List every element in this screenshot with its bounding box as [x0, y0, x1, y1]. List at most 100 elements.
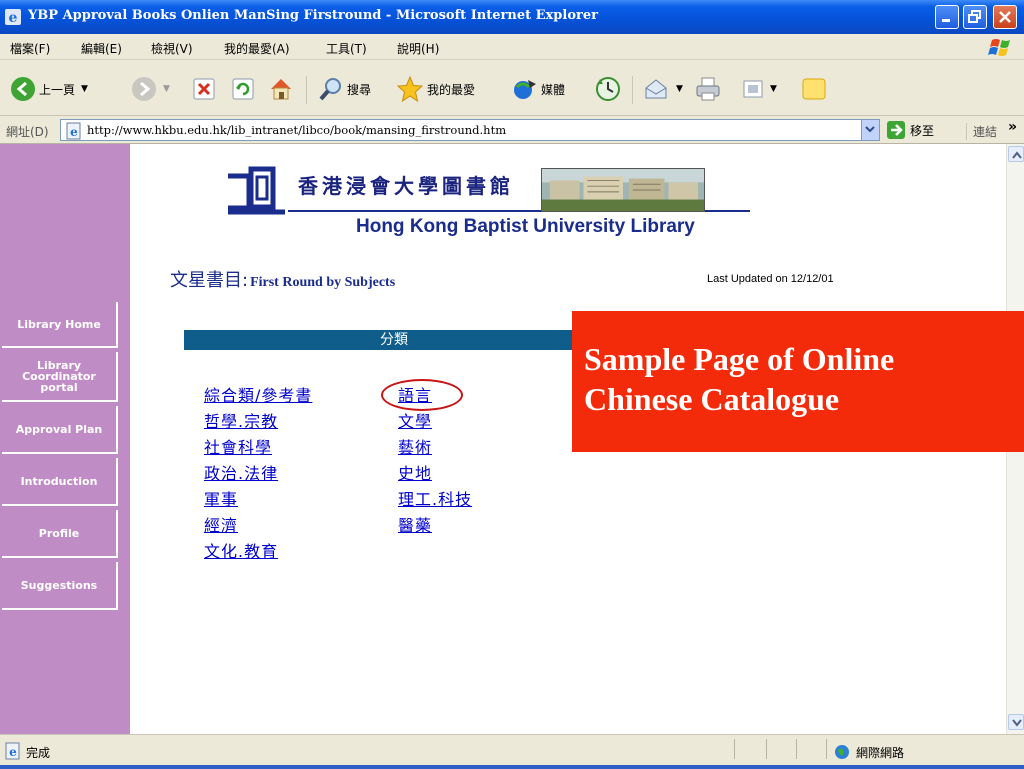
search-button[interactable]: 搜尋 — [318, 74, 371, 104]
menu-tools[interactable]: 工具(T) — [326, 40, 367, 57]
printer-icon — [696, 77, 720, 101]
address-dropdown-button[interactable] — [861, 120, 879, 140]
star-icon — [396, 75, 424, 103]
search-icon — [319, 78, 341, 101]
menu-file[interactable]: 檔案(F) — [10, 40, 50, 57]
category-link-culture-education[interactable]: 文化.教育 — [204, 538, 278, 562]
media-label: 媒體 — [541, 82, 566, 97]
address-label: 網址(D) — [6, 125, 49, 139]
minimize-icon — [942, 19, 950, 22]
callout-box: Sample Page of Online Chinese Catalogue — [572, 311, 1024, 452]
library-name-english: Hong Kong Baptist University Library — [356, 216, 695, 237]
category-link-general-reference[interactable]: 綜合類/參考書 — [204, 382, 312, 406]
back-button[interactable]: 上一頁 ▼ — [10, 74, 88, 104]
history-button[interactable] — [594, 74, 622, 104]
library-name-chinese: 香港浸會大學圖書館 — [298, 174, 514, 198]
chevron-down-icon — [1012, 719, 1022, 727]
taskbar-edge — [0, 765, 1024, 769]
favorites-button[interactable]: 我的最愛 — [396, 74, 475, 104]
category-link-medicine[interactable]: 醫藥 — [398, 512, 432, 536]
scroll-up-button[interactable] — [1008, 146, 1024, 162]
chevron-up-icon — [1012, 151, 1022, 159]
sidebar-item-suggestions[interactable]: Suggestions — [2, 562, 118, 610]
discuss-button[interactable] — [800, 74, 828, 104]
svg-text:e: e — [70, 125, 78, 139]
category-link-philosophy-religion[interactable]: 哲學.宗教 — [204, 408, 278, 432]
callout-line-1: Sample Page of Online — [584, 341, 895, 377]
ie-page-icon: e — [66, 122, 81, 140]
status-separator — [766, 739, 767, 759]
home-button[interactable] — [268, 74, 294, 104]
status-text: 完成 — [26, 746, 51, 760]
menu-favorites[interactable]: 我的最愛(A) — [224, 40, 290, 57]
callout-line-2: Chinese Catalogue — [584, 381, 840, 417]
links-button[interactable]: 連結 — [966, 123, 997, 140]
category-link-politics-law[interactable]: 政治.法律 — [204, 460, 278, 484]
close-button[interactable] — [993, 5, 1017, 29]
category-link-economics[interactable]: 經濟 — [204, 512, 238, 536]
menu-help[interactable]: 說明(H) — [397, 40, 439, 57]
sidebar: Library Home Library Coordinator portal … — [0, 144, 130, 734]
campus-photo-image — [541, 168, 705, 212]
browser-window: e YBP Approval Books Onlien ManSing Firs… — [0, 0, 1024, 769]
forward-dropdown-icon[interactable]: ▼ — [163, 84, 170, 94]
media-button[interactable]: 媒體 — [512, 74, 565, 104]
refresh-button[interactable] — [231, 74, 255, 104]
toolbar: 上一頁 ▼ ▼ 搜尋 我的最愛 媒體 ▼ ▼ — [0, 60, 1024, 116]
category-link-social-science[interactable]: 社會科學 — [204, 434, 272, 458]
print-button[interactable] — [694, 74, 722, 104]
back-label: 上一頁 — [39, 82, 76, 97]
category-link-literature[interactable]: 文學 — [398, 408, 432, 432]
page-title-english: First Round by Subjects — [250, 275, 396, 290]
security-zone-text: 網際網路 — [856, 746, 905, 760]
address-input[interactable]: e http://www.hkbu.edu.hk/lib_intranet/li… — [60, 119, 880, 141]
page-title: 文星書目: First Round by Subjects — [170, 266, 395, 292]
edit-dropdown-icon[interactable]: ▼ — [770, 84, 777, 94]
sidebar-item-library-home[interactable]: Library Home — [2, 302, 118, 348]
stop-icon — [193, 78, 215, 100]
scroll-down-button[interactable] — [1008, 714, 1024, 730]
category-link-military[interactable]: 軍事 — [204, 486, 238, 510]
minimize-button[interactable] — [935, 5, 959, 29]
note-icon — [802, 78, 826, 100]
stop-button[interactable] — [192, 74, 216, 104]
menu-edit[interactable]: 編輯(E) — [81, 40, 122, 57]
last-updated-text: Last Updated on 12/12/01 — [707, 273, 834, 285]
forward-button[interactable]: ▼ — [131, 74, 170, 104]
sidebar-item-introduction[interactable]: Introduction — [2, 458, 118, 506]
close-icon — [999, 11, 1011, 23]
back-dropdown-icon[interactable]: ▼ — [81, 84, 88, 94]
forward-arrow-icon — [132, 77, 156, 101]
favorites-label: 我的最愛 — [427, 82, 476, 97]
title-bar[interactable]: e YBP Approval Books Onlien ManSing Firs… — [0, 0, 1024, 34]
hkbu-library-logo-icon — [228, 166, 285, 215]
mail-icon — [645, 79, 667, 99]
menu-bar: 檔案(F) 編輯(E) 檢視(V) 我的最愛(A) 工具(T) 說明(H) — [0, 34, 1024, 60]
chevron-down-icon — [865, 126, 875, 133]
svg-text:e: e — [9, 10, 18, 26]
address-bar: 網址(D) e http://www.hkbu.edu.hk/lib_intra… — [0, 116, 1024, 144]
sidebar-item-profile[interactable]: Profile — [2, 510, 118, 558]
sidebar-item-approval-plan[interactable]: Approval Plan — [2, 406, 118, 454]
category-link-history-geography[interactable]: 史地 — [398, 460, 432, 484]
mail-button[interactable]: ▼ — [642, 74, 683, 104]
maximize-button[interactable] — [963, 5, 987, 29]
links-chevron-icon[interactable]: » — [1008, 119, 1017, 135]
menu-view[interactable]: 檢視(V) — [151, 40, 193, 57]
status-separator — [796, 739, 797, 759]
edit-button[interactable]: ▼ — [742, 74, 777, 104]
category-link-science-technology[interactable]: 理工.科技 — [398, 486, 472, 510]
edit-page-icon — [743, 80, 763, 98]
go-arrow-icon — [887, 121, 905, 139]
category-header: 分類 — [184, 330, 604, 350]
status-separator — [734, 739, 735, 759]
address-url: http://www.hkbu.edu.hk/lib_intranet/libc… — [87, 123, 507, 137]
window-title: YBP Approval Books Onlien ManSing Firstr… — [28, 8, 598, 23]
restore-icon — [968, 10, 981, 23]
sidebar-item-coordinator-portal[interactable]: Library Coordinator portal — [2, 352, 118, 402]
home-icon — [271, 79, 291, 100]
mail-dropdown-icon[interactable]: ▼ — [676, 84, 683, 94]
svg-text:e: e — [9, 745, 17, 759]
category-link-art[interactable]: 藝術 — [398, 434, 432, 458]
go-button[interactable]: 移至 — [886, 120, 934, 140]
